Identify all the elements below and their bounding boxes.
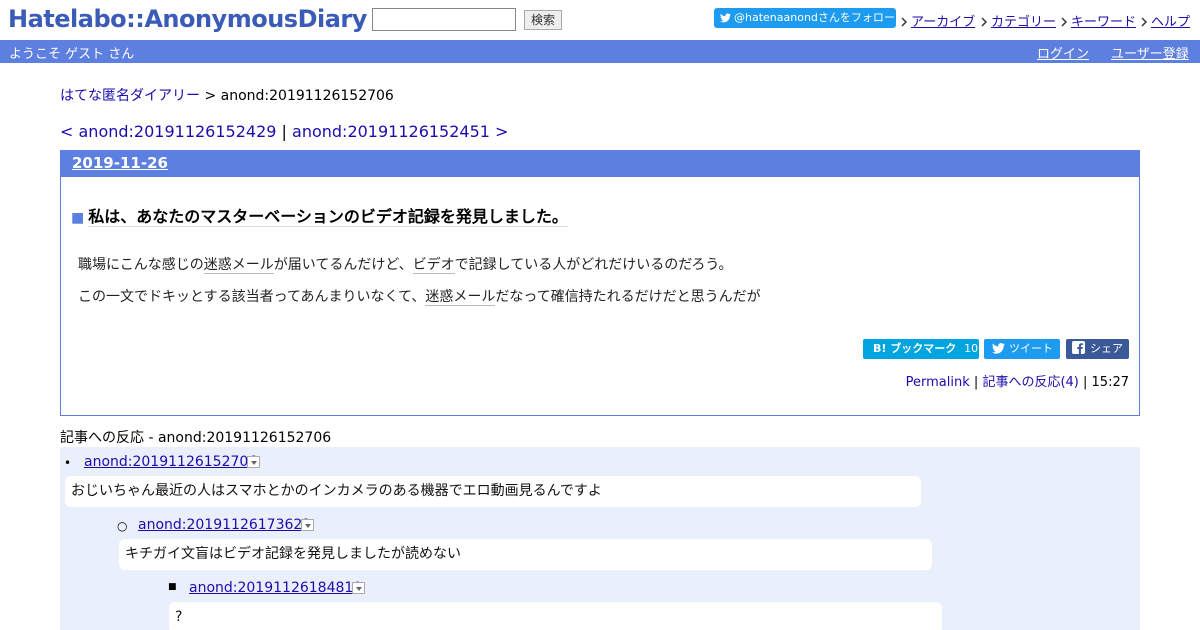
search-input[interactable] bbox=[372, 8, 516, 31]
welcome-bar: ようこそ ゲスト さん ログイン ユーザー登録 bbox=[0, 40, 1200, 63]
title-marker[interactable]: ■ bbox=[71, 210, 84, 226]
text-segment: 職場にこんな感じの bbox=[78, 257, 204, 273]
nav-archive[interactable]: アーカイブ bbox=[901, 11, 975, 30]
breadcrumb-current: anond:20191126152706 bbox=[220, 88, 394, 104]
reaction-body: ? bbox=[169, 602, 942, 630]
facebook-share-label: シェア bbox=[1090, 342, 1123, 355]
welcome-text: ようこそ ゲスト さん bbox=[9, 47, 135, 62]
facebook-icon bbox=[1072, 341, 1085, 354]
text-segment: だなって確信持たれるだけだと思うんだが bbox=[495, 289, 761, 305]
entry-paragraph-1: 職場にこんな感じの迷惑メールが届いてるんだけど、ビデオで記録している人がどれだけ… bbox=[78, 254, 733, 274]
list-bullet: ○ bbox=[117, 519, 128, 533]
permalink-link[interactable]: Permalink bbox=[906, 375, 970, 390]
twitter-bird-icon bbox=[992, 343, 1005, 354]
entry-paragraph-2: この一文でドキッとする該当者ってあんまりいなくて、迷惑メールだなって確信持たれる… bbox=[78, 286, 761, 306]
reaction-body: おじいちゃん最近の人はスマホとかのインカメラのある機器でエロ動画見るんですよ bbox=[65, 476, 921, 507]
breadcrumb-separator: > bbox=[204, 88, 217, 104]
breadcrumb: はてな匿名ダイアリー > anond:20191126152706 bbox=[60, 85, 394, 105]
login-link[interactable]: ログイン bbox=[1037, 43, 1089, 62]
list-bullet: ■ bbox=[168, 582, 177, 592]
search-button[interactable]: 検索 bbox=[524, 10, 562, 30]
twitter-follow-button[interactable]: @hatenaanondさんをフォロー bbox=[714, 8, 896, 28]
pager-separator: | bbox=[281, 122, 287, 141]
nav-arrow-icon bbox=[901, 17, 907, 27]
hatena-bookmark-button[interactable]: B! ブックマーク 10 bbox=[863, 339, 979, 359]
dropdown-icon[interactable] bbox=[352, 582, 365, 594]
dropdown-icon[interactable] bbox=[247, 456, 260, 468]
reaction-id-link[interactable]: anond:20191126184810 bbox=[189, 580, 362, 596]
prev-entry-link[interactable]: < anond:20191126152429 bbox=[60, 122, 276, 141]
reactions-link[interactable]: 記事への反応(4) bbox=[982, 375, 1078, 390]
nav-category[interactable]: カテゴリー bbox=[981, 11, 1056, 30]
nav-arrow-icon bbox=[1061, 17, 1067, 27]
footer-separator: | bbox=[1083, 375, 1088, 390]
reaction-id-link[interactable]: anond:20191126152706 bbox=[84, 454, 257, 470]
nav-category-link[interactable]: カテゴリー bbox=[991, 15, 1056, 30]
dropdown-icon[interactable] bbox=[301, 519, 314, 531]
reactions-list: • anond:20191126152706 おじいちゃん最近の人はスマホとかの… bbox=[60, 447, 1140, 630]
bookmark-label: B! ブックマーク bbox=[873, 342, 957, 355]
nav-arrow-icon bbox=[1141, 17, 1147, 27]
keyword-link[interactable]: 迷惑メール bbox=[425, 289, 496, 306]
nav-keyword[interactable]: キーワード bbox=[1061, 11, 1136, 30]
follow-label: @hatenaanondさんをフォロー bbox=[734, 11, 895, 24]
twitter-bird-icon bbox=[720, 13, 731, 23]
tweet-label: ツイート bbox=[1009, 342, 1053, 355]
top-bar: Hatelabo::AnonymousDiary 検索 @hatenaanond… bbox=[0, 0, 1200, 40]
facebook-share-button[interactable]: シェア bbox=[1066, 339, 1129, 359]
tweet-button[interactable]: ツイート bbox=[984, 339, 1060, 359]
nav-keyword-link[interactable]: キーワード bbox=[1071, 15, 1136, 30]
nav-help-link[interactable]: ヘルプ bbox=[1151, 15, 1190, 30]
entry-date-header: 2019-11-26 bbox=[61, 151, 1139, 177]
entry-box: 2019-11-26 ■ 私は、あなたのマスターベーションのビデオ記録を発見しまし… bbox=[60, 150, 1140, 416]
text-segment: で記録している人がどれだけいるのだろう。 bbox=[454, 257, 733, 273]
text-segment: この一文でドキッとする該当者ってあんまりいなくて、 bbox=[78, 289, 426, 305]
nav-help[interactable]: ヘルプ bbox=[1141, 11, 1190, 30]
keyword-link[interactable]: 迷惑メール bbox=[203, 257, 274, 274]
list-bullet: • bbox=[64, 456, 72, 470]
entry-title-text: 私は、あなたのマスターベーションのビデオ記録を発見しました。 bbox=[88, 207, 568, 227]
nav-archive-link[interactable]: アーカイブ bbox=[911, 15, 975, 30]
footer-separator: | bbox=[973, 375, 979, 390]
entry-footer: Permalink | 記事への反応(4) | 15:27 bbox=[906, 371, 1129, 390]
entry-date-link[interactable]: 2019-11-26 bbox=[72, 154, 168, 172]
entry-time: 15:27 bbox=[1091, 375, 1129, 390]
site-logo[interactable]: Hatelabo::AnonymousDiary bbox=[8, 5, 367, 33]
next-entry-link[interactable]: anond:20191126152451 > bbox=[292, 122, 508, 141]
breadcrumb-home-link[interactable]: はてな匿名ダイアリー bbox=[60, 88, 200, 104]
text-segment: が届いてるんだけど、 bbox=[273, 257, 413, 273]
nav-arrow-icon bbox=[981, 17, 987, 27]
signup-link[interactable]: ユーザー登録 bbox=[1111, 43, 1189, 62]
entry-pager: < anond:20191126152429 | anond:201911261… bbox=[60, 122, 508, 141]
reaction-id-link[interactable]: anond:20191126173622 bbox=[138, 517, 311, 533]
reaction-body: キチガイ文盲はビデオ記録を発見しましたが読めない bbox=[119, 539, 932, 570]
keyword-link[interactable]: ビデオ bbox=[412, 257, 455, 274]
entry-title: ■ 私は、あなたのマスターベーションのビデオ記録を発見しました。 bbox=[71, 203, 568, 227]
bookmark-count: 10 bbox=[964, 342, 979, 355]
